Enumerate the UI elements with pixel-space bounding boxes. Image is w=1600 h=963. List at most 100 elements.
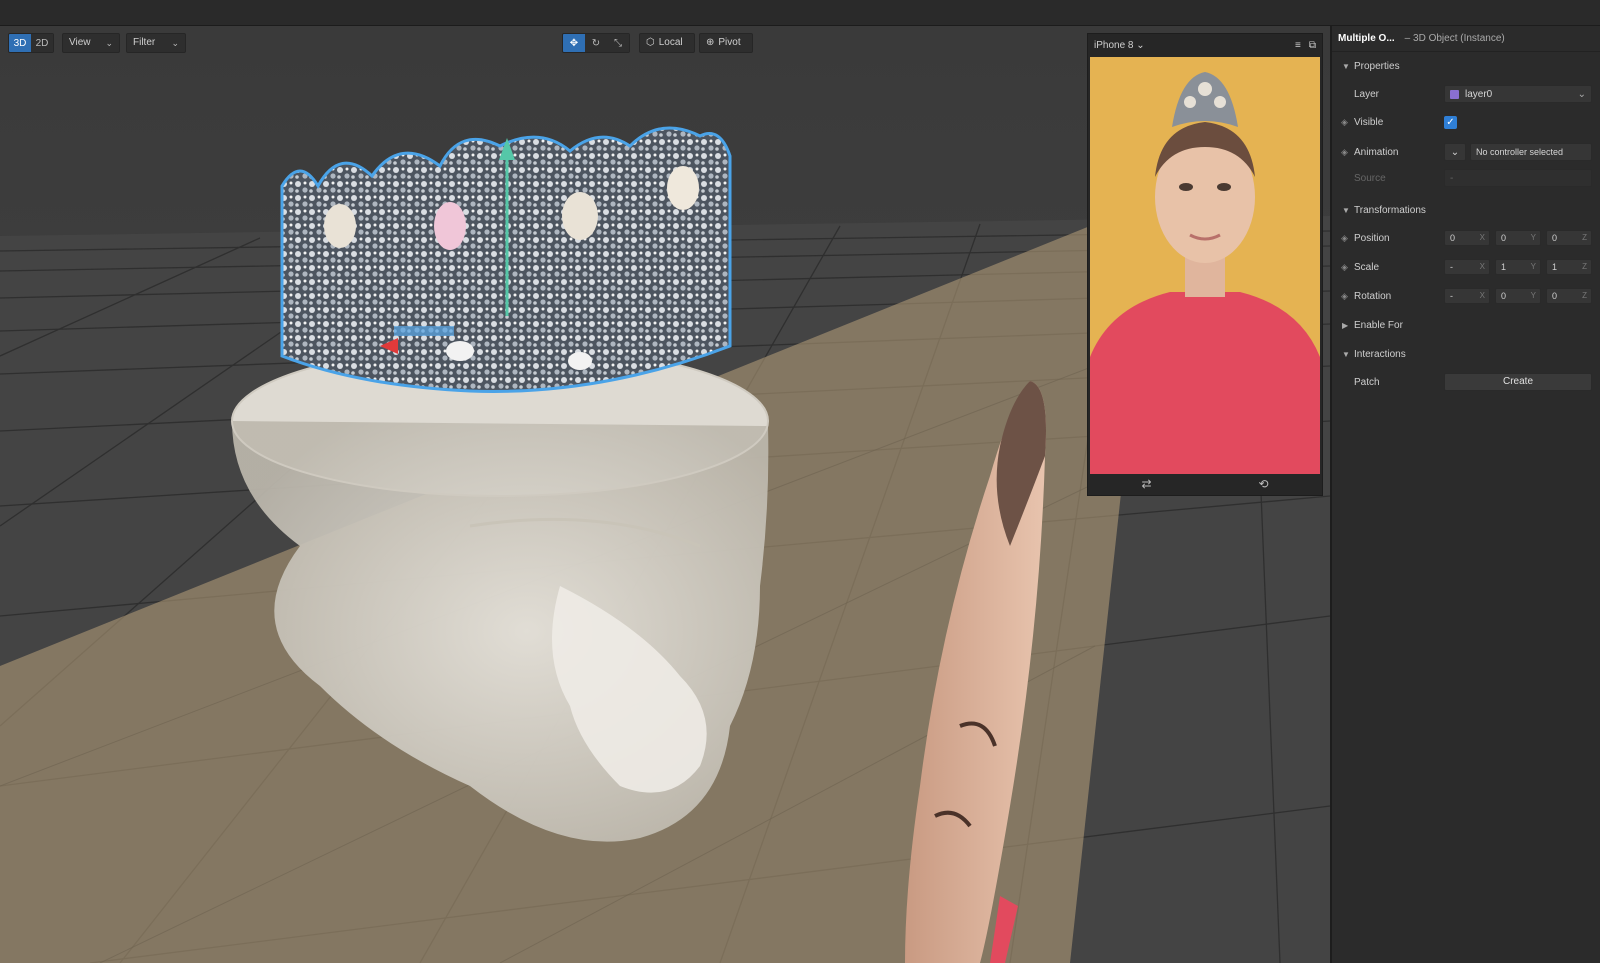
scale-x-field[interactable]: -X (1444, 259, 1490, 275)
pop-out-icon[interactable]: ⧉ (1309, 40, 1316, 51)
position-x: 0 (1450, 233, 1456, 243)
expand-triangle-icon: ▶ (1342, 320, 1349, 330)
filter-dropdown[interactable]: Filter ⌄ (126, 33, 186, 53)
collapse-triangle-icon: ▼ (1342, 205, 1350, 215)
chevron-down-icon: ⌄ (1577, 88, 1586, 100)
scale-z-field[interactable]: 1Z (1546, 259, 1592, 275)
view-dropdown[interactable]: View ⌄ (62, 33, 120, 53)
axis-y-label: Y (1530, 262, 1536, 271)
pivot-button[interactable]: ⊕ Pivot (699, 33, 753, 53)
layer-label: Layer (1354, 88, 1380, 100)
layer-select[interactable]: layer0 ⌄ (1444, 85, 1592, 103)
chevron-down-icon: ⌄ (1136, 39, 1145, 51)
preview-image (1090, 57, 1320, 474)
scale-z: 1 (1552, 262, 1558, 272)
visible-checkbox[interactable]: ✓ (1444, 115, 1457, 129)
visible-label: Visible (1354, 116, 1384, 128)
rotation-y: 0 (1501, 291, 1507, 301)
inspector-panel: Multiple O... – 3D Object (Instance) ▼ P… (1330, 26, 1600, 963)
selection-title: Multiple O... (1338, 33, 1395, 44)
selection-type: – 3D Object (Instance) (1404, 33, 1505, 44)
axis-x-label: X (1479, 262, 1485, 271)
rotation-y-field[interactable]: 0Y (1495, 288, 1541, 304)
layer-value: layer0 (1465, 88, 1493, 100)
animation-label: Animation (1354, 146, 1399, 158)
keyframe-icon[interactable]: ◈ (1341, 233, 1348, 244)
top-bar (0, 0, 1600, 26)
position-z-field[interactable]: 0Z (1546, 230, 1592, 246)
position-row: ◈ Position 0X 0Y 0Z (1332, 228, 1600, 248)
axis-z-label: Z (1582, 262, 1587, 271)
transform-tools[interactable]: ✥ ↻ ⤡ (562, 33, 630, 53)
position-x-field[interactable]: 0X (1444, 230, 1490, 246)
local-space-label: Local (658, 37, 683, 48)
patch-row: Patch Create (1332, 372, 1600, 392)
rotation-label: Rotation (1354, 290, 1392, 302)
rotation-x-field[interactable]: -X (1444, 288, 1490, 304)
source-field: - (1444, 169, 1592, 187)
inspector-header: Multiple O... – 3D Object (Instance) (1332, 26, 1600, 52)
visible-row: ◈ Visible ✓ (1332, 112, 1600, 132)
scene-viewport[interactable]: 3D 2D View ⌄ Filter ⌄ ✥ ↻ ⤡ ⬡ Local ⊕ Pi… (0, 26, 1330, 963)
flip-camera-icon[interactable]: ⇄ (1141, 477, 1151, 491)
axis-z-label: Z (1582, 291, 1587, 300)
position-z: 0 (1552, 233, 1558, 243)
local-space-button[interactable]: ⬡ Local (639, 33, 695, 53)
position-y: 0 (1501, 233, 1507, 243)
axis-x-label: X (1479, 233, 1485, 242)
mode-2d-button[interactable]: 2D (31, 34, 53, 52)
keyframe-icon[interactable]: ◈ (1341, 291, 1348, 302)
device-selector[interactable]: iPhone 8 ⌄ (1094, 40, 1145, 51)
animation-dropdown[interactable]: ⌄ (1444, 143, 1466, 161)
scale-row: ◈ Scale -X 1Y 1Z (1332, 257, 1600, 277)
collapse-triangle-icon: ▼ (1342, 349, 1350, 359)
chevron-down-icon: ⌄ (1450, 146, 1460, 158)
scale-label: Scale (1354, 261, 1380, 273)
app-window: 3D 2D View ⌄ Filter ⌄ ✥ ↻ ⤡ ⬡ Local ⊕ Pi… (0, 0, 1600, 963)
position-label: Position (1354, 232, 1390, 244)
patch-label: Patch (1354, 376, 1380, 388)
rotation-row: ◈ Rotation -X 0Y 0Z (1332, 286, 1600, 306)
scale-y-field[interactable]: 1Y (1495, 259, 1541, 275)
keyframe-icon[interactable]: ◈ (1341, 262, 1348, 273)
scale-tool-icon[interactable]: ⤡ (607, 34, 629, 52)
mode-3d-button[interactable]: 3D (9, 34, 31, 52)
layer-row: Layer layer0 ⌄ (1332, 84, 1600, 104)
create-patch-button[interactable]: Create (1444, 373, 1592, 391)
section-enable-for[interactable]: ▶ Enable For (1332, 315, 1600, 335)
section-interactions[interactable]: ▼ Interactions (1332, 344, 1600, 364)
rotate-device-icon[interactable]: ⟲ (1258, 477, 1268, 491)
source-value: - (1450, 172, 1454, 184)
rotation-z: 0 (1552, 291, 1558, 301)
device-name: iPhone 8 (1094, 39, 1134, 51)
simulator-header: iPhone 8 ⌄ ≡ ⧉ (1088, 34, 1322, 56)
view-mode-toggle[interactable]: 3D 2D (8, 33, 54, 53)
axis-y-label: Y (1530, 291, 1536, 300)
menu-icon[interactable]: ≡ (1295, 40, 1301, 51)
source-row: Source - (1332, 168, 1600, 188)
animation-controller-field[interactable]: No controller selected (1470, 143, 1592, 161)
section-label: Transformations (1354, 204, 1426, 216)
filter-dropdown-label: Filter (133, 37, 156, 48)
view-dropdown-label: View (69, 37, 91, 48)
rotation-z-field[interactable]: 0Z (1546, 288, 1592, 304)
keyframe-icon[interactable]: ◈ (1341, 147, 1348, 158)
pivot-icon: ⊕ (706, 37, 715, 48)
crown-3d-object[interactable] (280, 126, 732, 393)
section-label: Properties (1354, 60, 1400, 72)
section-transformations[interactable]: ▼ Transformations (1332, 200, 1600, 220)
chevron-down-icon: ⌄ (105, 38, 113, 48)
animation-row: ◈ Animation ⌄ No controller selected (1332, 142, 1600, 162)
section-label: Interactions (1354, 348, 1406, 360)
section-properties[interactable]: ▼ Properties (1332, 56, 1600, 76)
rotate-tool-icon[interactable]: ↻ (585, 34, 607, 52)
section-label: Enable For (1354, 319, 1403, 331)
device-simulator[interactable]: iPhone 8 ⌄ ≡ ⧉ ⇄ ⟲ (1087, 33, 1323, 496)
animation-value: No controller selected (1476, 147, 1564, 157)
scale-y: 1 (1501, 262, 1507, 272)
keyframe-icon[interactable]: ◈ (1341, 117, 1348, 128)
position-y-field[interactable]: 0Y (1495, 230, 1541, 246)
axis-z-label: Z (1582, 233, 1587, 242)
rotation-x: - (1450, 291, 1453, 301)
move-tool-icon[interactable]: ✥ (563, 34, 585, 52)
